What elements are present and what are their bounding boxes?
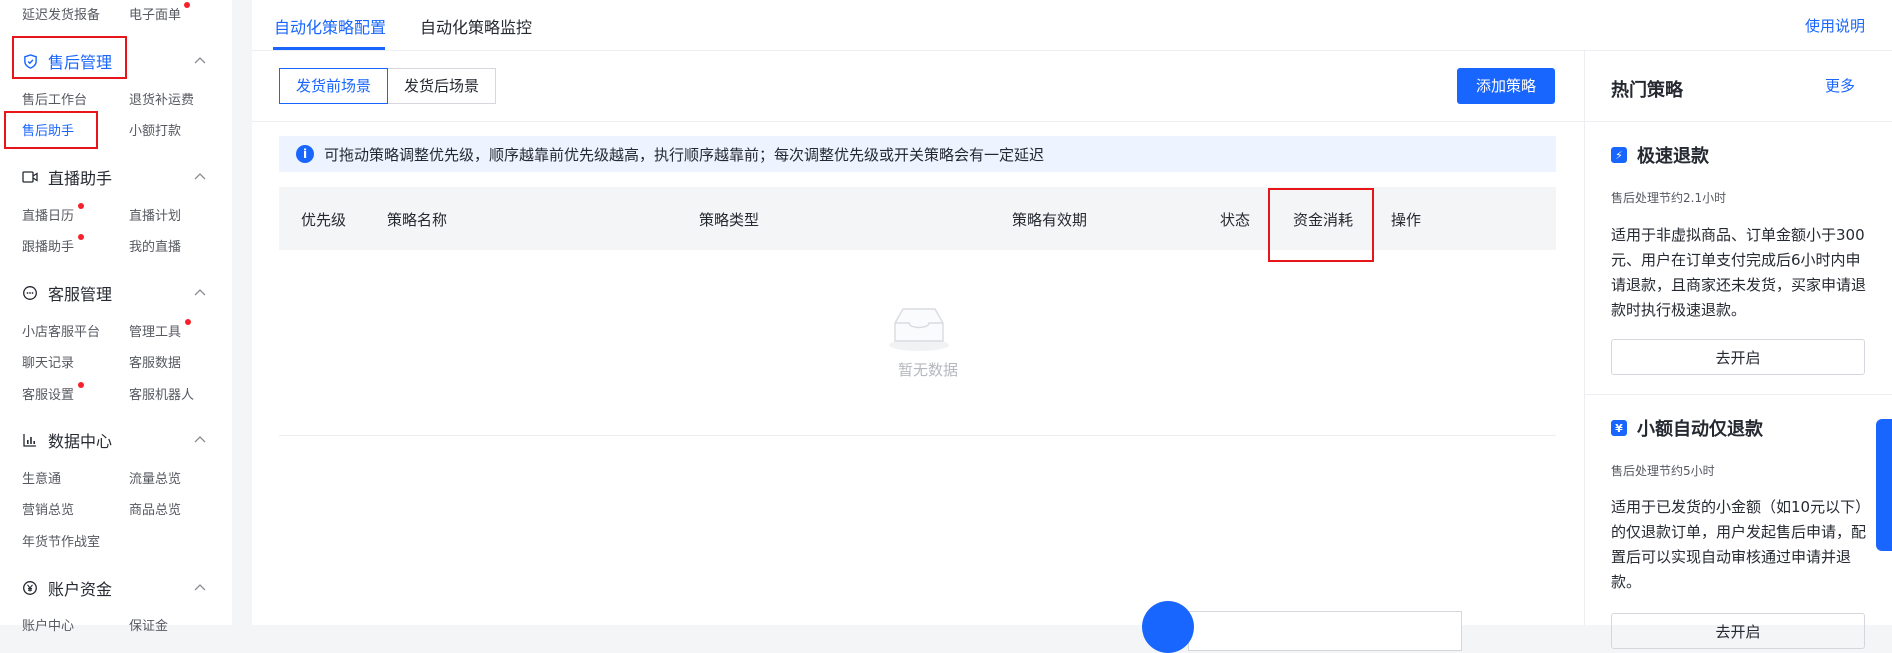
more-link[interactable]: 更多 (1825, 75, 1855, 96)
column-strategy-name: 策略名称 (387, 211, 448, 229)
scene-switch: 发货前场景 发货后场景 (279, 68, 497, 104)
sidebar-section-label: 直播助手 (48, 169, 113, 188)
divider (252, 121, 1584, 122)
lightning-icon: ⚡ (1611, 147, 1627, 163)
sidebar-item-live-plan[interactable]: 直播计划 (129, 205, 181, 224)
sidebar-item-management-tools[interactable]: 管理工具 (129, 321, 181, 340)
divider (1585, 121, 1892, 122)
notice-text: 可拖动策略调整优先级，顺序越靠前优先级越高，执行顺序越靠前；每次调整优先级或开关… (324, 145, 1045, 164)
table-header: 优先级 策略名称 策略类型 策略有效期 状态 资金消耗 操作 (279, 187, 1556, 262)
sidebar-section-label: 账户资金 (48, 580, 113, 599)
sidebar-item-aftersale-workbench[interactable]: 售后工作台 (22, 89, 87, 108)
highlight-box-aftersale (12, 36, 127, 79)
sidebar-item-war-room[interactable]: 年货节作战室 (22, 531, 100, 550)
new-dot (78, 382, 84, 388)
sidebar-item-return-shipping[interactable]: 退货补运费 (129, 89, 194, 108)
video-camera-icon (22, 169, 38, 185)
sidebar-section-live[interactable]: 直播助手 (22, 162, 112, 192)
scene-before-shipping[interactable]: 发货前场景 (279, 68, 389, 104)
card-sub-fast-refund: 售后处理节约2.1小时 (1611, 191, 1727, 205)
sidebar-item-small-payment[interactable]: 小额打款 (129, 120, 181, 139)
top-tab-bar: 自动化策略配置 自动化策略监控 使用说明 (252, 0, 1892, 51)
sidebar-item-marketing-overview[interactable]: 营销总览 (22, 499, 74, 518)
sidebar-item-e-waybill[interactable]: 电子面单 (129, 4, 181, 23)
sidebar-item-live-calendar[interactable]: 直播日历 (22, 205, 74, 224)
divider (1585, 394, 1892, 395)
card-sub-small-refund: 售后处理节约5小时 (1611, 464, 1715, 478)
side-floating-tabs[interactable] (1876, 419, 1892, 551)
card-title-text: 小额自动仅退款 (1637, 419, 1763, 440)
new-dot (184, 2, 190, 8)
sidebar-item-traffic-overview[interactable]: 流量总览 (129, 468, 181, 487)
sidebar-section-label: 客服管理 (48, 285, 113, 304)
main-panel: 自动化策略配置 自动化策略监控 使用说明 发货前场景 发货后场景 添加策略 i … (252, 0, 1892, 653)
sidebar-section-label: 数据中心 (48, 432, 113, 451)
card-desc-fast-refund: 适用于非虚拟商品、订单金额小于300元、用户在订单支付完成后6小时内申请退款，且… (1611, 226, 1867, 319)
floating-toolbar[interactable] (1188, 611, 1462, 651)
empty-state-text: 暂无数据 (897, 361, 958, 379)
sidebar-section-account-funds[interactable]: 账户资金 (22, 573, 112, 603)
card-title-small-refund: ¥ 小额自动仅退款 (1611, 415, 1763, 441)
add-strategy-button[interactable]: 添加策略 (1457, 68, 1555, 104)
active-tab-indicator (273, 47, 385, 50)
scene-after-shipping[interactable]: 发货后场景 (388, 68, 497, 104)
bar-chart-icon (22, 432, 38, 448)
tab-strategy-monitor[interactable]: 自动化策略监控 (420, 14, 532, 38)
column-priority: 优先级 (301, 211, 347, 229)
notice-bar: i 可拖动策略调整优先级，顺序越靠前优先级越高，执行顺序越靠前；每次调整优先级或… (279, 136, 1556, 172)
card-title-text: 极速退款 (1637, 146, 1709, 167)
sidebar-item-product-overview[interactable]: 商品总览 (129, 499, 181, 518)
sidebar-item-live-follow[interactable]: 跟播助手 (22, 236, 74, 255)
sidebar-section-customer-service[interactable]: 客服管理 (22, 278, 112, 308)
sidebar-item-shop-cs-platform[interactable]: 小店客服平台 (22, 321, 100, 340)
new-dot (78, 234, 84, 240)
chevron-up-icon[interactable] (194, 582, 206, 594)
empty-box-icon (889, 308, 949, 351)
table-bottom-line (279, 435, 1556, 436)
sidebar-item-shengyitong[interactable]: 生意通 (22, 468, 61, 487)
card-desc-small-refund: 适用于已发货的小金额（如10元以下）的仅退款订单，用户发起售后申请，配置后可以实… (1611, 498, 1867, 591)
column-strategy-type: 策略类型 (699, 211, 760, 229)
sidebar-item-cs-settings[interactable]: 客服设置 (22, 384, 74, 403)
chevron-up-icon[interactable] (194, 171, 206, 183)
info-icon: i (296, 145, 314, 163)
yen-card-icon: ¥ (1611, 420, 1627, 436)
highlight-box-fund-consumption (1268, 188, 1374, 262)
strategy-content: 发货前场景 发货后场景 添加策略 i 可拖动策略调整优先级，顺序越靠前优先级越高… (252, 51, 1584, 653)
sidebar-item-cs-robot[interactable]: 客服机器人 (129, 384, 194, 403)
column-status: 状态 (1220, 211, 1251, 229)
hot-strategies-panel: 热门策略 更多 ⚡ 极速退款 售后处理节约2.1小时 适用于非虚拟商品、订单金额… (1584, 51, 1892, 649)
card-title-fast-refund: ⚡ 极速退款 (1611, 142, 1709, 168)
new-dot (185, 319, 191, 325)
column-validity: 策略有效期 (1012, 211, 1088, 229)
chevron-up-icon[interactable] (194, 55, 206, 67)
sidebar-section-data-center[interactable]: 数据中心 (22, 425, 112, 455)
tab-strategy-config[interactable]: 自动化策略配置 (274, 14, 386, 38)
sidebar: 延迟发货报备 电子面单 售后管理 售后工作台 退货补运费 售后助手 小额打款 直… (0, 0, 232, 634)
chevron-up-icon[interactable] (194, 434, 206, 446)
sidebar-item-delay-shipping[interactable]: 延迟发货报备 (22, 4, 100, 23)
sidebar-item-cs-data[interactable]: 客服数据 (129, 352, 181, 371)
sidebar-item-chat-records[interactable]: 聊天记录 (22, 352, 74, 371)
highlight-box-assistant (4, 111, 98, 149)
enable-small-refund-button[interactable]: 去开启 (1611, 613, 1865, 649)
chevron-up-icon[interactable] (194, 287, 206, 299)
column-actions: 操作 (1391, 211, 1422, 229)
yen-circle-icon (22, 580, 38, 596)
sidebar-item-my-live[interactable]: 我的直播 (129, 236, 181, 255)
new-dot (78, 203, 84, 209)
enable-fast-refund-button[interactable]: 去开启 (1611, 339, 1865, 375)
chat-bubble-icon (22, 285, 38, 301)
help-link[interactable]: 使用说明 (1805, 15, 1865, 36)
hot-strategies-title: 热门策略 (1611, 80, 1683, 101)
assistant-bubble-icon[interactable] (1142, 601, 1194, 653)
